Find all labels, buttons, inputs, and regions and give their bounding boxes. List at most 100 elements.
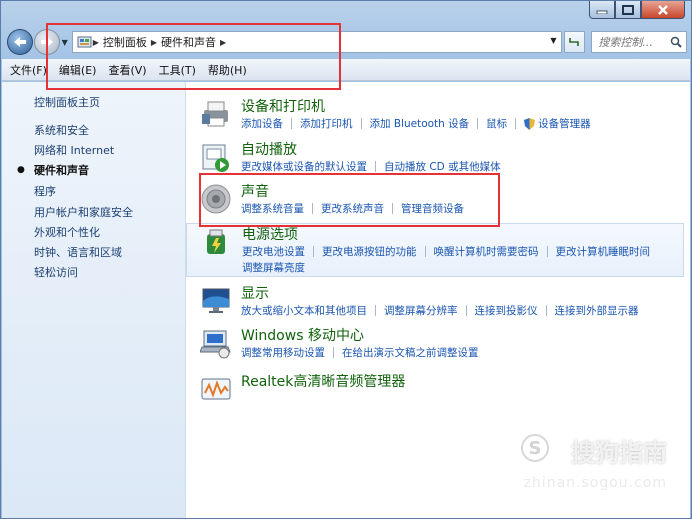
link-divider: [333, 347, 334, 358]
link-autoplay-cd[interactable]: 自动播放 CD 或其他媒体: [384, 159, 501, 174]
breadcrumb-control-panel[interactable]: 控制面板: [103, 34, 147, 50]
link-change-battery-settings[interactable]: 更改电池设置: [242, 244, 305, 259]
sidebar-item-appearance[interactable]: 外观和个性化: [34, 224, 100, 240]
link-divider: [392, 203, 393, 214]
category-title[interactable]: 电源选项: [242, 224, 298, 244]
category-mobility-center: Windows 移动中心 调整常用移动设置 在给出演示文稿之前调整设置: [186, 325, 684, 365]
link-divider: [477, 118, 479, 129]
category-links-row2: 调整屏幕亮度: [242, 260, 305, 275]
address-bar[interactable]: ▶ 控制面板 ▶ 硬件和声音 ▶ ▼: [71, 31, 562, 53]
link-divider: [546, 246, 548, 257]
speaker-icon: [201, 184, 231, 214]
link-divider: [375, 161, 376, 172]
menu-file[interactable]: 文件(F): [10, 62, 47, 78]
sidebar-item-user-accounts[interactable]: 用户帐户和家庭安全: [34, 204, 133, 220]
address-row: ▼ ▶ 控制面板 ▶ 硬件和声音 ▶ ▼: [7, 28, 687, 56]
search-icon[interactable]: [670, 36, 682, 48]
link-connect-projector[interactable]: 连接到投影仪: [475, 303, 538, 318]
link-text-size[interactable]: 放大或缩小文本和其他项目: [241, 303, 367, 318]
link-divider: [545, 305, 547, 316]
watermark-url: zhinan.sogou.com: [523, 475, 667, 491]
close-button[interactable]: [641, 1, 685, 19]
link-presentation-settings[interactable]: 在给出演示文稿之前调整设置: [342, 345, 479, 360]
link-device-manager[interactable]: 设备管理器: [538, 116, 591, 131]
maximize-button[interactable]: [615, 1, 641, 19]
breadcrumb-chevron-icon[interactable]: ▶: [93, 38, 99, 47]
link-change-sleep-time[interactable]: 更改计算机睡眠时间: [556, 244, 651, 259]
menu-view[interactable]: 查看(V): [108, 62, 146, 78]
link-add-bluetooth-device[interactable]: 添加 Bluetooth 设备: [370, 116, 470, 131]
sidebar-item-home[interactable]: 控制面板主页: [34, 94, 100, 110]
link-screen-resolution[interactable]: 调整屏幕分辨率: [384, 303, 458, 318]
link-external-display[interactable]: 连接到外部显示器: [555, 303, 639, 318]
category-realtek-audio: Realtek高清晰音频管理器: [186, 371, 684, 401]
link-divider: [360, 118, 362, 129]
breadcrumb-chevron-icon[interactable]: ▶: [220, 38, 226, 47]
sidebar-item-clock-region[interactable]: 时钟、语言和区域: [34, 244, 122, 260]
link-manage-audio-devices[interactable]: 管理音频设备: [401, 201, 464, 216]
link-change-system-sounds[interactable]: 更改系统声音: [321, 201, 384, 216]
window-controls: [589, 1, 685, 19]
sidebar-item-hardware-sound[interactable]: 硬件和声音: [34, 162, 89, 178]
link-require-password-wake[interactable]: 唤醒计算机时需要密码: [434, 244, 539, 259]
search-box[interactable]: [591, 31, 687, 53]
category-devices-printers: 设备和打印机 添加设备 添加打印机 添加 Bluetooth 设备 鼠标 设备管…: [186, 96, 684, 136]
printer-icon: [202, 101, 228, 127]
link-adjust-volume[interactable]: 调整系统音量: [241, 201, 304, 216]
menu-bar: 文件(F) 编辑(E) 查看(V) 工具(T) 帮助(H): [2, 59, 690, 81]
link-divider: [291, 118, 292, 129]
link-change-default-media[interactable]: 更改媒体或设备的默认设置: [241, 159, 367, 174]
back-arrow-icon: [13, 37, 26, 47]
category-links: 更改媒体或设备的默认设置 自动播放 CD 或其他媒体: [241, 159, 501, 174]
link-divider: [424, 246, 426, 257]
category-title[interactable]: 声音: [241, 181, 269, 201]
control-panel-icon: [77, 36, 92, 48]
link-divider: [465, 305, 467, 316]
close-icon: [658, 4, 668, 15]
category-title[interactable]: 设备和打印机: [241, 96, 325, 116]
menu-tools[interactable]: 工具(T): [159, 62, 196, 78]
category-sound: 声音 调整系统音量 更改系统声音 管理音频设备: [186, 181, 684, 221]
link-adjust-brightness[interactable]: 调整屏幕亮度: [242, 260, 305, 275]
search-input[interactable]: [598, 35, 665, 49]
category-display: 显示 放大或缩小文本和其他项目 调整屏幕分辨率 连接到投影仪 连接到外部显示器: [186, 283, 684, 323]
address-dropdown-icon[interactable]: ▼: [550, 36, 556, 45]
display-icon: [202, 288, 230, 313]
menu-edit[interactable]: 编辑(E): [59, 62, 97, 78]
shield-icon: [524, 117, 536, 130]
menu-help[interactable]: 帮助(H): [208, 62, 247, 78]
sidebar-item-network[interactable]: 网络和 Internet: [34, 142, 114, 158]
watermark-logo-icon: S: [521, 434, 549, 462]
sidebar-item-system-security[interactable]: 系统和安全: [34, 122, 89, 138]
breadcrumb-chevron-icon[interactable]: ▶: [151, 38, 157, 47]
link-common-mobility-settings[interactable]: 调整常用移动设置: [241, 345, 325, 360]
sidebar-item-programs[interactable]: 程序: [34, 183, 56, 199]
minimize-button[interactable]: [589, 1, 615, 19]
power-icon: [207, 229, 225, 254]
link-mouse[interactable]: 鼠标: [486, 116, 507, 131]
breadcrumb-hardware-sound[interactable]: 硬件和声音: [161, 34, 216, 50]
refresh-icon: [569, 38, 580, 46]
category-links: 添加设备 添加打印机 添加 Bluetooth 设备 鼠标 设备管理器: [241, 116, 591, 131]
link-add-printer[interactable]: 添加打印机: [300, 116, 353, 131]
refresh-button[interactable]: [563, 31, 586, 53]
realtek-audio-icon: [201, 378, 231, 400]
forward-button[interactable]: [33, 29, 60, 55]
category-title[interactable]: 显示: [241, 283, 269, 303]
category-links: 更改电池设置 更改电源按钮的功能 唤醒计算机时需要密码 更改计算机睡眠时间: [242, 244, 650, 259]
category-title[interactable]: 自动播放: [241, 139, 297, 159]
recent-pages-dropdown[interactable]: ▼: [60, 29, 70, 55]
link-power-button-function[interactable]: 更改电源按钮的功能: [322, 244, 417, 259]
mobility-center-icon: [200, 330, 231, 359]
sidebar-item-ease-of-access[interactable]: 轻松访问: [34, 264, 78, 280]
category-power-options: 电源选项 更改电池设置 更改电源按钮的功能 唤醒计算机时需要密码 更改计算机睡眠…: [186, 223, 684, 277]
back-button[interactable]: [7, 29, 33, 55]
forward-arrow-icon: [40, 37, 53, 47]
link-add-device[interactable]: 添加设备: [241, 116, 283, 131]
maximize-icon: [622, 4, 634, 15]
watermark-brand: 搜狗指南: [571, 439, 667, 467]
category-title[interactable]: Windows 移动中心: [241, 325, 364, 345]
link-divider: [375, 305, 376, 316]
link-divider: [313, 246, 314, 257]
category-title[interactable]: Realtek高清晰音频管理器: [241, 371, 405, 391]
